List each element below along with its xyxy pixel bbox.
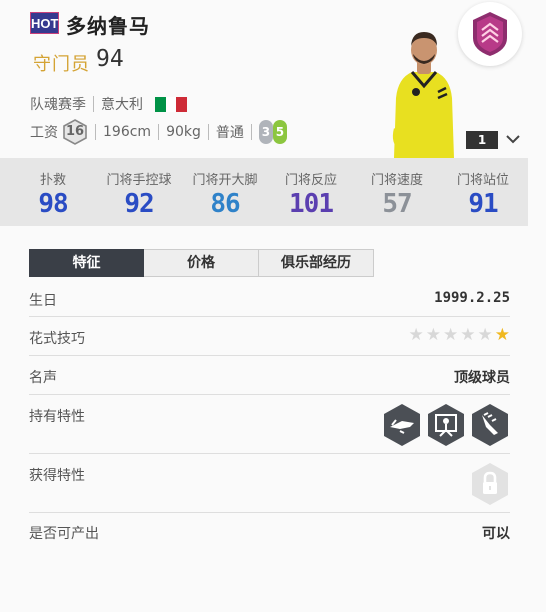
detail-row-fame: 名声 顶级球员: [29, 356, 510, 395]
stat-label: 门将反应: [284, 173, 337, 188]
skill-stars: ★ ★ ★ ★ ★ ★: [409, 327, 511, 344]
wage-value: 16: [65, 124, 85, 139]
stats-bar: 扑救 98 门将手控球 92 门将开大脚 86 门将反应 101 门将速度 57…: [0, 158, 528, 226]
divider: [93, 96, 94, 112]
chevron-down-icon[interactable]: [505, 133, 521, 145]
body-type: 普通: [215, 125, 244, 141]
star-empty-icon: ★: [477, 325, 493, 345]
club-crest-icon: [473, 12, 507, 56]
star-empty-icon: ★: [460, 325, 476, 345]
trait-icons: [382, 403, 510, 447]
goalkeeper-trait-icon[interactable]: [426, 403, 466, 447]
stat-value: 86: [210, 189, 240, 219]
producible-value: 可以: [482, 526, 510, 542]
italy-flag-icon: [155, 96, 188, 112]
stat-label: 门将开大脚: [192, 173, 258, 188]
weight: 90kg: [166, 124, 201, 140]
weak-foot-badge: 3: [258, 120, 273, 144]
skill-moves-badge: 5: [272, 120, 287, 144]
overall-rating: 94: [96, 46, 124, 72]
stat-value: 101: [289, 189, 334, 219]
stat-item: 门将开大脚 86: [182, 158, 268, 226]
lock-icon[interactable]: [470, 462, 510, 506]
divider: [158, 124, 160, 140]
star-filled-icon: ★: [494, 325, 510, 345]
stat-value: 57: [382, 189, 412, 219]
traits-label: 持有特性: [29, 409, 85, 425]
glove-trait-icon[interactable]: [382, 403, 422, 447]
stat-label: 门将手控球: [106, 173, 172, 188]
detail-row-birthday: 生日 1999.2.25: [29, 288, 510, 317]
hot-badge: HOT: [30, 12, 59, 34]
stat-item: 门将站位 91: [440, 158, 526, 226]
wage-badge: 16: [62, 119, 88, 145]
star-empty-icon: ★: [443, 325, 459, 345]
stat-value: 92: [124, 189, 154, 219]
tab-traits[interactable]: 特征: [29, 249, 144, 277]
producible-label: 是否可产出: [29, 526, 99, 542]
catch-trait-icon[interactable]: [470, 403, 510, 447]
club-crest[interactable]: [458, 2, 522, 66]
info-row: 工资 16 196cm 90kg 普通 3 5: [30, 118, 287, 146]
season-name: 队魂赛季: [30, 97, 86, 113]
divider: [207, 124, 209, 140]
foot-skill-badges: 3 5: [258, 120, 287, 144]
stat-item: 门将手控球 92: [96, 158, 182, 226]
stat-value: 98: [38, 189, 68, 219]
divider: [250, 124, 252, 140]
flag-stripe: [165, 96, 177, 112]
stat-item: 扑救 98: [10, 158, 96, 226]
detail-row-producible: 是否可产出 可以: [29, 513, 510, 551]
birthday-label: 生日: [29, 293, 57, 309]
stat-item: 门将速度 57: [354, 158, 440, 226]
acquired-traits-label: 获得特性: [29, 468, 85, 484]
player-name: 多纳鲁马: [66, 14, 150, 38]
stat-item: 门将反应 101: [268, 158, 354, 226]
flag-stripe: [155, 96, 166, 112]
stat-label: 扑救: [39, 173, 66, 188]
flag-stripe: [176, 96, 188, 112]
birthday-value: 1999.2.25: [434, 290, 510, 306]
stat-label: 门将站位: [456, 173, 509, 188]
detail-row-acquired-traits: 获得特性: [29, 454, 510, 513]
star-empty-icon: ★: [408, 325, 424, 345]
wage-label: 工资: [30, 125, 58, 141]
fame-label: 名声: [29, 370, 57, 386]
stat-label: 门将速度: [370, 173, 423, 188]
star-empty-icon: ★: [425, 325, 441, 345]
player-photo: [392, 32, 454, 158]
tab-bar: 特征 价格 俱乐部经历: [29, 249, 374, 277]
skill-moves-label: 花式技巧: [29, 331, 85, 347]
nationality: 意大利: [101, 97, 143, 113]
season-row: 队魂赛季 意大利: [30, 94, 188, 114]
stat-value: 91: [468, 189, 498, 219]
tab-price[interactable]: 价格: [144, 249, 259, 277]
height: 196cm: [103, 124, 152, 140]
fame-value: 顶级球员: [454, 370, 510, 386]
detail-row-traits: 持有特性: [29, 395, 510, 454]
level-badge[interactable]: 1: [466, 131, 498, 149]
position-label: 守门员: [33, 54, 90, 75]
tab-club-history[interactable]: 俱乐部经历: [259, 249, 374, 277]
divider: [95, 124, 96, 140]
detail-row-skill-moves: 花式技巧 ★ ★ ★ ★ ★ ★: [29, 317, 510, 356]
